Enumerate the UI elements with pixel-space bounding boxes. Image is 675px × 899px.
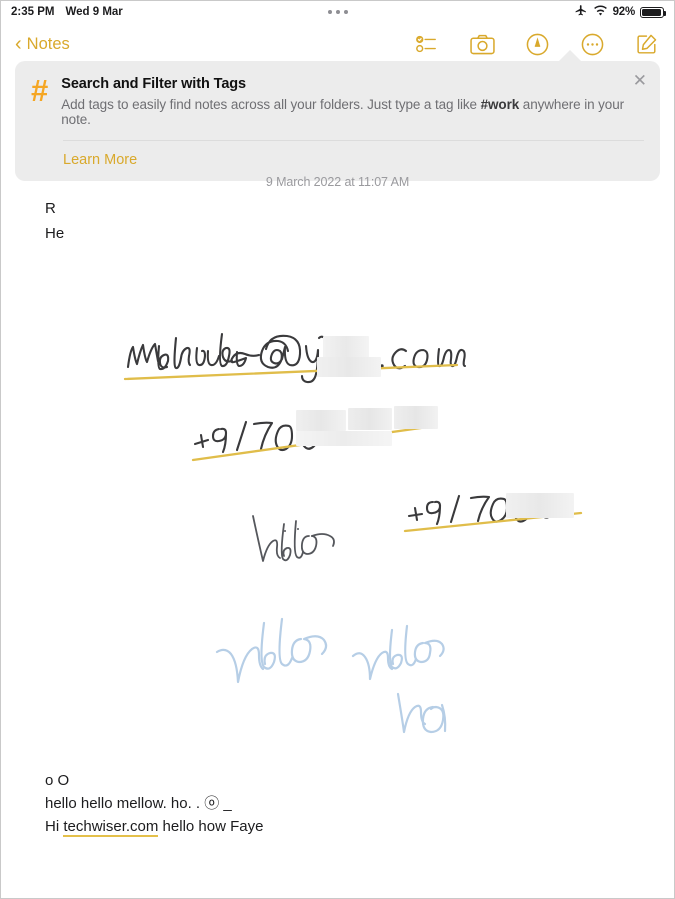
status-time: 2:35 PM xyxy=(11,6,55,18)
redaction-block-phone-1a xyxy=(296,410,346,431)
handwritten-hello-blue-2 xyxy=(351,624,445,681)
airplane-mode-icon xyxy=(574,4,588,20)
redaction-block-phone-1d xyxy=(296,431,392,446)
note-bottom-text[interactable]: o O hello hello mellow. ho. . ⓞ _ Hi tec… xyxy=(45,769,263,838)
redaction-block-phone-1c xyxy=(394,406,438,429)
banner-body-tag-example: #work xyxy=(480,97,520,112)
banner-body-before: Add tags to easily find notes across all… xyxy=(61,97,481,112)
note-line: R xyxy=(45,200,56,217)
handwritten-email xyxy=(126,332,467,384)
chevron-left-icon: ‹ xyxy=(15,33,22,55)
multitask-handle-dots-icon xyxy=(327,10,348,14)
banner-header: # Search and Filter with Tags Add tags t… xyxy=(31,75,644,127)
camera-icon[interactable] xyxy=(469,31,495,57)
banner-body: Add tags to easily find notes across all… xyxy=(61,97,644,127)
hashtag-icon: # xyxy=(31,73,48,108)
markup-pen-icon[interactable] xyxy=(524,31,550,57)
handwritten-hello-blue-1 xyxy=(215,617,328,684)
redaction-block-email-2 xyxy=(317,357,381,377)
techwiser-link[interactable]: techwiser.com xyxy=(63,818,159,837)
more-ellipsis-icon[interactable] xyxy=(579,31,605,57)
note-date-stamp: 9 March 2022 at 11:07 AM xyxy=(265,175,410,189)
banner-text-block: Search and Filter with Tags Add tags to … xyxy=(61,75,644,127)
wifi-icon xyxy=(593,4,608,20)
note-line: o O xyxy=(45,772,70,789)
compose-icon[interactable] xyxy=(634,31,660,57)
note-top-text[interactable]: R He xyxy=(45,196,64,246)
close-icon[interactable]: ✕ xyxy=(633,72,647,89)
banner-caret-pointer xyxy=(559,50,581,61)
battery-percent: 92% xyxy=(612,6,636,18)
note-link-prefix: Hi xyxy=(45,818,64,835)
banner-card: ✕ # Search and Filter with Tags Add tags… xyxy=(15,61,660,181)
note-line: hello hello mellow. ho. . ⓞ _ xyxy=(45,795,232,812)
status-date: Wed 9 Mar xyxy=(65,6,123,18)
tags-promo-banner: ✕ # Search and Filter with Tags Add tags… xyxy=(15,50,660,181)
status-bar: 2:35 PM Wed 9 Mar 92% xyxy=(1,1,674,23)
notes-app-screen: 2:35 PM Wed 9 Mar 92% ‹ Notes ✕ # Search… xyxy=(0,0,675,899)
back-to-notes-button[interactable]: ‹ Notes xyxy=(15,34,70,54)
status-bar-right: 92% xyxy=(574,4,666,20)
back-button-label: Notes xyxy=(26,34,70,53)
handwritten-ho-blue xyxy=(396,692,447,734)
redaction-block-phone-2 xyxy=(506,493,574,518)
status-bar-left: 2:35 PM Wed 9 Mar xyxy=(11,6,123,18)
handwritten-hello-gray xyxy=(252,515,335,562)
note-line: He xyxy=(45,225,65,242)
note-link-suffix: hello how Faye xyxy=(158,818,264,835)
nav-action-group xyxy=(414,31,660,57)
checklist-icon[interactable] xyxy=(414,31,440,57)
redaction-block-phone-1b xyxy=(348,408,392,430)
note-line-with-link: Hi techwiser.com hello how Faye xyxy=(45,815,263,838)
battery-icon xyxy=(640,6,666,18)
handwritten-email-underline xyxy=(123,363,459,381)
redaction-block-email-1 xyxy=(323,336,369,358)
banner-title: Search and Filter with Tags xyxy=(61,76,247,92)
